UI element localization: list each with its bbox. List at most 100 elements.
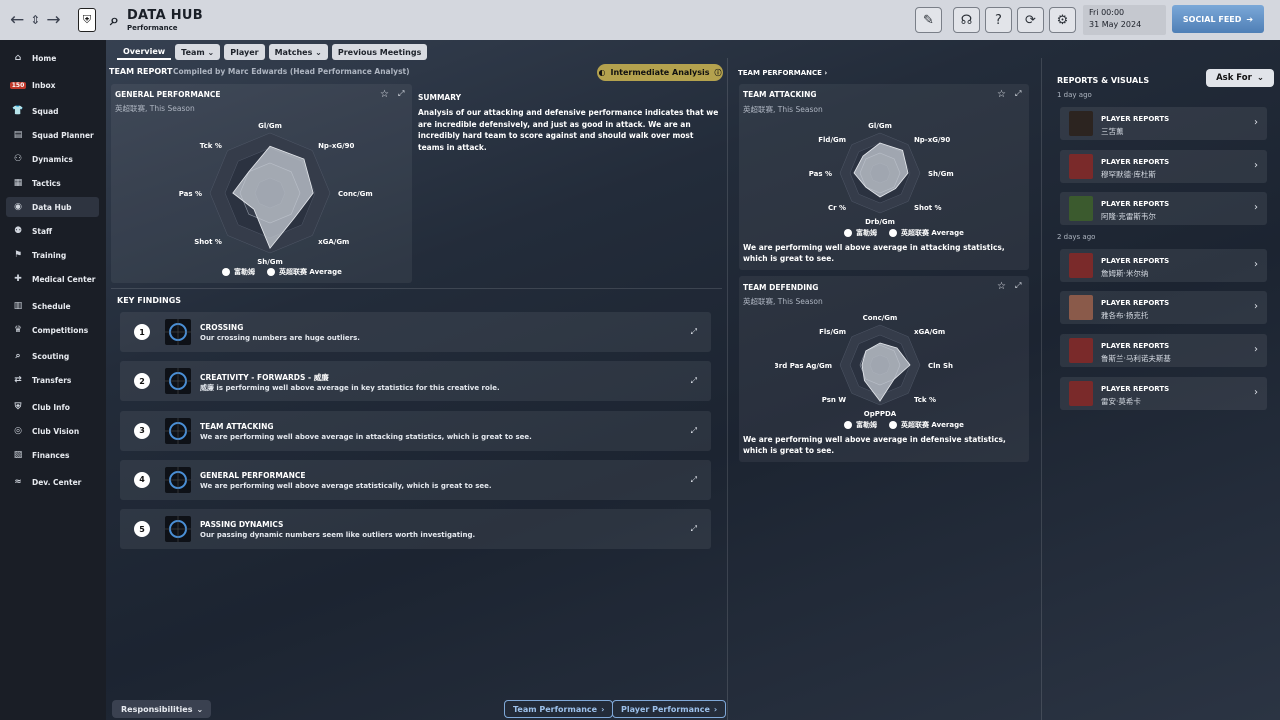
- chevron-right-icon: ›: [1254, 301, 1258, 312]
- report-card[interactable]: PLAYER REPORTS 穆罕默德·库杜斯 ›: [1060, 150, 1267, 183]
- expand-icon[interactable]: ⤢: [1015, 281, 1021, 291]
- finding-title: CROSSING: [200, 323, 244, 332]
- radar-axis-label: xGA/Gm: [318, 238, 349, 246]
- tab-team[interactable]: Team ⌄: [175, 44, 221, 60]
- tab-matches[interactable]: Matches ⌄: [268, 44, 328, 60]
- star-icon[interactable]: ☆: [997, 89, 1006, 100]
- report-card[interactable]: PLAYER REPORTS 阿隆·克雷斯韦尔 ›: [1060, 192, 1267, 225]
- sidebar-item-label: Schedule: [32, 301, 71, 311]
- sidebar-item-tactics[interactable]: ▦ Tactics: [6, 173, 99, 193]
- chevron-right-icon: ›: [1254, 202, 1258, 213]
- club-crest-icon[interactable]: ⛨: [78, 8, 96, 32]
- radar-axis-label: Shot %: [194, 238, 222, 246]
- player-avatar: [1069, 154, 1093, 179]
- key-findings-heading: KEY FINDINGS: [117, 296, 182, 305]
- sidebar-item-competitions[interactable]: ♛ Competitions: [6, 320, 99, 340]
- date-display[interactable]: Fri 00:00 31 May 2024: [1083, 5, 1166, 35]
- radar-axis-label: Cr %: [828, 204, 846, 212]
- brain-icon[interactable]: ☊: [953, 7, 980, 33]
- team-performance-link[interactable]: TEAM PERFORMANCE ›: [738, 69, 827, 77]
- radar-axis-label: Sh/Gm: [257, 258, 283, 266]
- forward-arrow-icon[interactable]: →: [46, 10, 60, 30]
- loading-ring-icon: ◐: [598, 68, 606, 77]
- expand-icon[interactable]: ⤢: [398, 89, 404, 99]
- player-performance-label: Player Performance: [621, 704, 710, 714]
- star-icon[interactable]: ☆: [997, 281, 1006, 292]
- staff-icon: ⚉: [13, 226, 23, 236]
- dev-icon: ≈: [14, 477, 22, 487]
- sidebar-item-label: Dynamics: [32, 154, 73, 164]
- key-finding-row[interactable]: 3 TEAM ATTACKING We are performing well ab…: [120, 410, 711, 451]
- search-icon[interactable]: ⌕: [110, 10, 119, 30]
- ask-for-button[interactable]: Ask For ⌄: [1206, 69, 1274, 87]
- report-card[interactable]: PLAYER REPORTS 雅各布·扬克托 ›: [1060, 291, 1267, 324]
- report-type: PLAYER REPORTS: [1101, 115, 1170, 123]
- sidebar-item-data-hub[interactable]: ◉ Data Hub: [6, 197, 99, 217]
- edit-icon[interactable]: ✎: [915, 7, 942, 33]
- key-finding-row[interactable]: 4 GENERAL PERFORMANCE We are performing we…: [120, 459, 711, 500]
- expand-icon[interactable]: ⤢: [691, 475, 697, 485]
- key-finding-row[interactable]: 1 CROSSING Our crossing numbers are huge o…: [120, 312, 711, 352]
- player-performance-button[interactable]: Player Performance ›: [612, 700, 727, 718]
- report-card[interactable]: PLAYER REPORTS 鲁斯兰·马利诺夫斯基 ›: [1060, 334, 1267, 367]
- page-title: DATA HUB: [126, 8, 204, 23]
- expand-icon[interactable]: ⤢: [691, 376, 697, 386]
- chevron-right-icon: ›: [713, 704, 718, 714]
- tab-player[interactable]: Player: [224, 44, 265, 60]
- sidebar-item-dynamics[interactable]: ⚇ Dynamics: [6, 149, 99, 169]
- refresh-icon[interactable]: ⟳: [1017, 7, 1044, 33]
- tab-previous-meetings[interactable]: Previous Meetings: [331, 44, 428, 60]
- sidebar-item-club-vision[interactable]: ◎ Club Vision: [6, 421, 99, 441]
- sidebar-item-transfers[interactable]: ⇄ Transfers: [6, 370, 99, 390]
- report-card[interactable]: PLAYER REPORTS 雷安·莫希卡 ›: [1060, 377, 1267, 410]
- sidebar-item-dev-center[interactable]: ≈ Dev. Center: [6, 472, 99, 492]
- chevron-right-icon: ›: [1254, 160, 1258, 171]
- sidebar-item-training[interactable]: ⚑ Training: [6, 245, 99, 265]
- expand-icon[interactable]: ⤢: [691, 327, 697, 337]
- sidebar-item-inbox[interactable]: 150 Inbox: [6, 75, 99, 95]
- responsibilities-button[interactable]: Responsibilities ⌄: [112, 700, 211, 718]
- info-icon: ⓘ: [714, 68, 722, 77]
- transfer-icon: ⇄: [14, 375, 22, 385]
- general-performance-scope: 英超联赛, This Season: [115, 104, 195, 113]
- report-type: PLAYER REPORTS: [1101, 257, 1170, 265]
- sidebar-item-medical-center[interactable]: ✚ Medical Center: [6, 269, 99, 289]
- summary-title: SUMMARY: [418, 93, 462, 102]
- legend-average-label: 英超联赛 Average: [901, 229, 964, 237]
- expand-icon[interactable]: ⤢: [691, 524, 697, 534]
- team-defending-scope: 英超联赛, This Season: [743, 297, 823, 306]
- sidebar-item-finances[interactable]: ▧ Finances: [6, 445, 99, 465]
- star-icon[interactable]: ☆: [380, 89, 389, 100]
- team-performance-button[interactable]: Team Performance ›: [504, 700, 614, 718]
- sidebar-item-schedule[interactable]: ▥ Schedule: [6, 296, 99, 316]
- radar-axis-label: Sh/Gm: [928, 170, 954, 178]
- help-icon[interactable]: ?: [985, 7, 1012, 33]
- tab-overview[interactable]: Overview: [117, 44, 172, 60]
- legend-dot-average: [889, 421, 897, 429]
- social-feed-button[interactable]: SOCIAL FEED ➔: [1172, 5, 1264, 33]
- sidebar-item-club-info[interactable]: ⛨ Club Info: [6, 397, 99, 417]
- report-card[interactable]: PLAYER REPORTS 三笘薰 ›: [1060, 107, 1267, 140]
- report-type: PLAYER REPORTS: [1101, 200, 1170, 208]
- attacking-legend: 富勒姆 英超联赛 Average: [844, 228, 964, 238]
- chevron-right-icon: ➔: [1246, 14, 1254, 24]
- report-card[interactable]: PLAYER REPORTS 詹姆斯·米尔纳 ›: [1060, 249, 1267, 282]
- intermediate-analysis-badge[interactable]: ◐ Intermediate Analysis ⓘ: [597, 64, 723, 81]
- sidebar-item-squad-planner[interactable]: ▤ Squad Planner: [6, 125, 99, 145]
- gear-icon[interactable]: ⚙: [1049, 7, 1076, 33]
- back-arrow-icon[interactable]: ←: [10, 10, 24, 30]
- chevron-right-icon: ›: [1254, 117, 1258, 128]
- radar-axis-label: Np-xG/90: [914, 136, 950, 144]
- sidebar-item-label: Training: [32, 250, 67, 260]
- radar-axis-label: xGA/Gm: [914, 328, 945, 336]
- chevron-updown-icon[interactable]: ⇕: [30, 13, 40, 27]
- expand-icon[interactable]: ⤢: [1015, 89, 1021, 99]
- sidebar-item-scouting[interactable]: ⌕ Scouting: [6, 346, 99, 366]
- key-finding-row[interactable]: 5 PASSING DYNAMICS Our passing dynamic num…: [120, 509, 711, 550]
- radar-axis-label: Tck %: [914, 396, 936, 404]
- sidebar-item-staff[interactable]: ⚉ Staff: [6, 221, 99, 241]
- sidebar-item-home[interactable]: ⌂ Home: [6, 48, 99, 68]
- expand-icon[interactable]: ⤢: [691, 426, 697, 436]
- sidebar-item-squad[interactable]: 👕 Squad: [6, 101, 99, 121]
- key-finding-row[interactable]: 2 CREATIVITY - FORWARDS - 威廉 威廉 is perform…: [120, 361, 711, 402]
